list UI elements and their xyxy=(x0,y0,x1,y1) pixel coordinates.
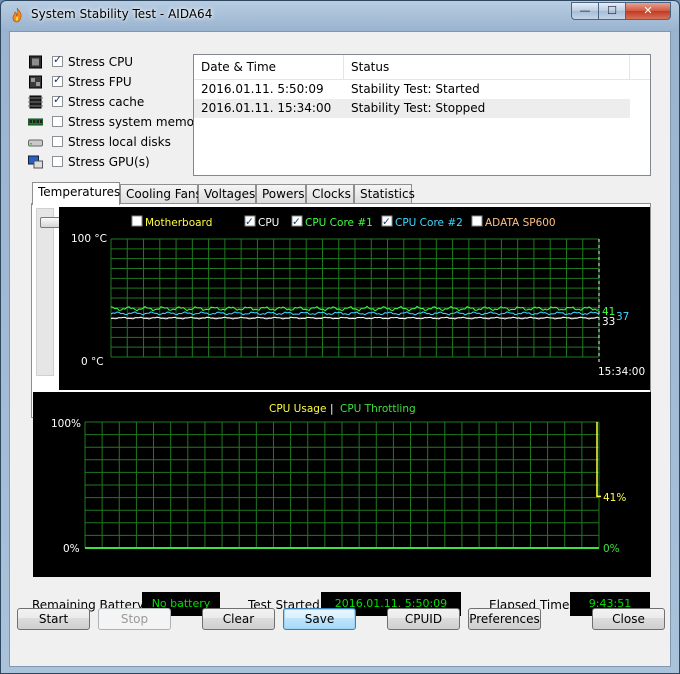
hard-disk-icon xyxy=(28,139,43,147)
stop-button[interactable]: Stop xyxy=(98,608,171,630)
memory-module-icon xyxy=(28,118,43,126)
preferences-button[interactable]: Preferences xyxy=(468,608,541,630)
usage-grid xyxy=(84,421,600,549)
usage-axis-min-label: 0% xyxy=(63,543,80,555)
log-row[interactable]: 2016.01.11. 15:34:00 Stability Test: Sto… xyxy=(194,99,630,118)
tab-statistics[interactable]: Statistics xyxy=(354,184,415,204)
column-date-time[interactable]: Date & Time xyxy=(194,55,344,79)
cpu-usage-graph-canvas: CPU Usage | CPU Throttling 100% 0% 41% 0… xyxy=(51,403,626,555)
temperature-grid xyxy=(110,238,600,358)
aida64-stability-window: System Stability Test - AIDA64 — ☐ ✕ Str… xyxy=(0,0,680,674)
stress-gpu-checkbox[interactable] xyxy=(52,156,63,167)
stress-disks-checkbox[interactable] xyxy=(52,136,63,147)
stress-memory-checkbox[interactable] xyxy=(52,116,63,127)
window-title: System Stability Test - AIDA64 xyxy=(31,7,213,21)
legend-adata-sp600: ADATA SP600 xyxy=(485,217,556,229)
cpuid-button[interactable]: CPUID xyxy=(387,608,460,630)
legend-cpu-usage: CPU Usage xyxy=(269,403,326,415)
maximize-button[interactable]: ☐ xyxy=(598,2,626,20)
stress-disks-label: Stress local disks xyxy=(68,135,171,149)
stress-cpu-checkbox[interactable] xyxy=(52,53,63,67)
cache-chip-icon xyxy=(28,95,43,109)
tab-temperatures[interactable]: Temperatures xyxy=(32,182,120,205)
window-client-area: Stress CPU Stress FPU Stress cache Stres… xyxy=(9,31,671,667)
test-log-list[interactable]: Date & Time Status 2016.01.11. 5:50:09 S… xyxy=(193,54,651,176)
usage-value-label: 41% xyxy=(603,492,626,504)
usage-axis-max-label: 100% xyxy=(51,418,81,430)
legend-separator: | xyxy=(330,403,334,415)
tab-voltages[interactable]: Voltages xyxy=(198,184,256,204)
temp-axis-min-label: 0 °C xyxy=(81,356,104,368)
throttle-value-label: 0% xyxy=(603,543,620,555)
legend-motherboard: Motherboard xyxy=(145,217,212,229)
log-date-time: 2016.01.11. 5:50:09 xyxy=(201,82,324,96)
close-button[interactable]: Close xyxy=(592,608,665,630)
fpu-chip-icon xyxy=(29,75,42,89)
log-row[interactable]: 2016.01.11. 5:50:09 Stability Test: Star… xyxy=(194,80,630,99)
column-status[interactable]: Status xyxy=(344,55,630,79)
stress-cpu-label: Stress CPU xyxy=(68,55,134,69)
tab-clocks[interactable]: Clocks xyxy=(306,184,354,204)
stress-fpu-label: Stress FPU xyxy=(68,75,132,89)
log-status: Stability Test: Stopped xyxy=(351,101,486,115)
stress-fpu-checkbox[interactable] xyxy=(52,73,63,87)
log-header: Date & Time Status xyxy=(194,55,650,80)
legend-cpu: CPU xyxy=(258,217,279,229)
aida64-flame-icon xyxy=(12,7,22,23)
temperatures-panel: Motherboard CPU CPU Core #1 CPU Core #2 … xyxy=(31,203,651,418)
legend-adata-checkbox[interactable] xyxy=(471,215,483,227)
core2-value-label: 37 xyxy=(616,311,629,323)
legend-cpu-core-1: CPU Core #1 xyxy=(305,217,373,229)
title-bar[interactable]: System Stability Test - AIDA64 — ☐ ✕ xyxy=(1,1,679,29)
start-button[interactable]: Start xyxy=(17,608,90,630)
checkmark-icon: ✓ xyxy=(292,216,301,228)
stress-cache-checkbox[interactable] xyxy=(52,93,63,107)
tab-cooling-fans[interactable]: Cooling Fans xyxy=(120,184,202,204)
clear-button[interactable]: Clear xyxy=(202,608,275,630)
checkmark-icon: ✓ xyxy=(245,216,254,228)
log-date-time: 2016.01.11. 15:34:00 xyxy=(201,101,332,115)
minimize-button[interactable]: — xyxy=(571,2,599,20)
temp-time-label: 15:34:00 xyxy=(598,366,645,378)
stress-memory-label: Stress system memory xyxy=(68,115,207,129)
cpu-usage-graph: CPU Usage | CPU Throttling 100% 0% 41% 0… xyxy=(33,392,651,577)
temp-axis-max-label: 100 °C xyxy=(71,233,107,245)
close-window-button[interactable]: ✕ xyxy=(625,2,671,20)
legend-cpu-core-2: CPU Core #2 xyxy=(395,217,463,229)
tab-powers[interactable]: Powers xyxy=(256,184,306,204)
temperature-graph-canvas: Motherboard CPU CPU Core #1 CPU Core #2 … xyxy=(71,215,645,378)
gpu-monitor-icon xyxy=(28,155,43,169)
stress-cache-label: Stress cache xyxy=(68,95,145,109)
save-button[interactable]: Save xyxy=(283,608,356,630)
stress-gpu-label: Stress GPU(s) xyxy=(68,155,150,169)
checkmark-icon: ✓ xyxy=(382,216,391,228)
temperature-graph: Motherboard CPU CPU Core #1 CPU Core #2 … xyxy=(59,207,650,390)
log-status: Stability Test: Started xyxy=(351,82,480,96)
cpu-value-label: 33 xyxy=(602,316,615,328)
legend-cpu-throttling: CPU Throttling xyxy=(340,403,416,415)
graph-scale-slider[interactable] xyxy=(36,208,62,376)
cpu-chip-icon xyxy=(29,55,42,69)
legend-motherboard-checkbox[interactable] xyxy=(131,215,143,227)
